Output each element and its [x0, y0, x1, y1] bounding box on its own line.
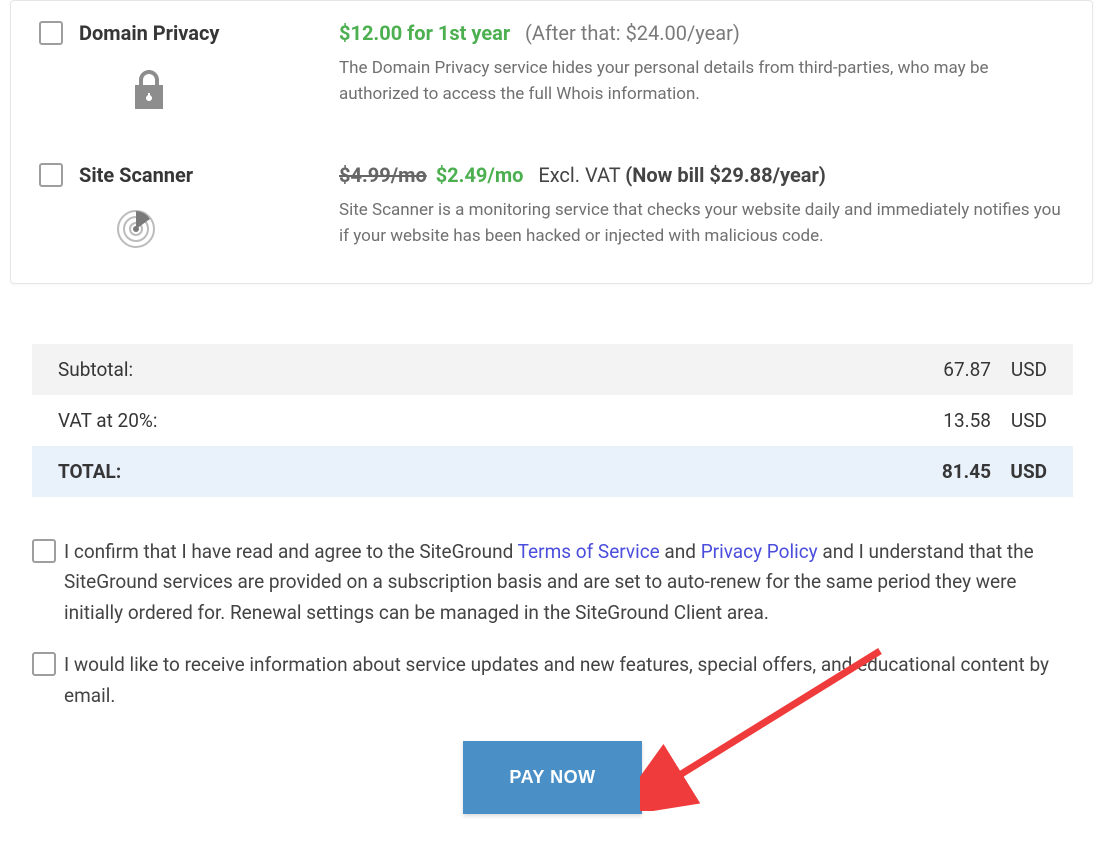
price-note: Excl. VAT (Now bill $29.88/year) — [538, 163, 826, 187]
vat-row: VAT at 20%: 13.58 USD — [32, 395, 1073, 446]
subtotal-label: Subtotal: — [58, 358, 911, 381]
subtotal-currency: USD — [991, 358, 1047, 381]
vat-amount: 13.58 — [911, 409, 991, 432]
domain-privacy-price: $12.00 for 1st year (After that: $24.00/… — [339, 21, 1064, 45]
total-amount: 81.45 — [911, 460, 991, 483]
pay-area: PAY NOW — [0, 741, 1105, 824]
consent-area: I confirm that I have read and agree to … — [32, 537, 1073, 711]
addon-domain-privacy: Domain Privacy $12.00 for 1st year (Afte… — [11, 1, 1092, 115]
price-promo: $12.00 for 1st year — [339, 21, 510, 45]
site-scanner-desc: Site Scanner is a monitoring service tha… — [339, 197, 1064, 250]
privacy-policy-link[interactable]: Privacy Policy — [701, 540, 818, 563]
terms-consent-row: I confirm that I have read and agree to … — [32, 537, 1073, 628]
total-currency: USD — [991, 460, 1047, 483]
subtotal-row: Subtotal: 67.87 USD — [32, 344, 1073, 395]
price-promo: $2.49/mo — [436, 163, 524, 187]
terms-of-service-link[interactable]: Terms of Service — [518, 540, 660, 563]
domain-privacy-title: Domain Privacy — [79, 21, 219, 45]
subtotal-amount: 67.87 — [911, 358, 991, 381]
total-row: TOTAL: 81.45 USD — [32, 446, 1073, 497]
radar-icon — [116, 209, 156, 253]
vat-currency: USD — [991, 409, 1047, 432]
pay-now-button[interactable]: PAY NOW — [463, 741, 641, 814]
addon-site-scanner: Site Scanner $4.99/mo $2.49/mo — [11, 143, 1092, 253]
site-scanner-price: $4.99/mo $2.49/mo Excl. VAT (Now bill $2… — [339, 163, 1064, 187]
domain-privacy-desc: The Domain Privacy service hides your pe… — [339, 55, 1064, 108]
domain-privacy-checkbox[interactable] — [39, 21, 63, 45]
price-after: (After that: $24.00/year) — [525, 21, 740, 45]
extra-services-card: Domain Privacy $12.00 for 1st year (Afte… — [10, 0, 1093, 284]
vat-label: VAT at 20%: — [58, 409, 911, 432]
total-label: TOTAL: — [58, 460, 911, 483]
marketing-text: I would like to receive information abou… — [64, 650, 1073, 711]
terms-text: I confirm that I have read and agree to … — [64, 537, 1073, 628]
marketing-consent-row: I would like to receive information abou… — [32, 650, 1073, 711]
totals-table: Subtotal: 67.87 USD VAT at 20%: 13.58 US… — [32, 344, 1073, 497]
lock-icon — [129, 67, 169, 115]
terms-checkbox[interactable] — [32, 539, 56, 563]
marketing-checkbox[interactable] — [32, 652, 56, 676]
site-scanner-title: Site Scanner — [79, 163, 193, 187]
price-original: $4.99/mo — [339, 163, 427, 187]
site-scanner-checkbox[interactable] — [39, 163, 63, 187]
